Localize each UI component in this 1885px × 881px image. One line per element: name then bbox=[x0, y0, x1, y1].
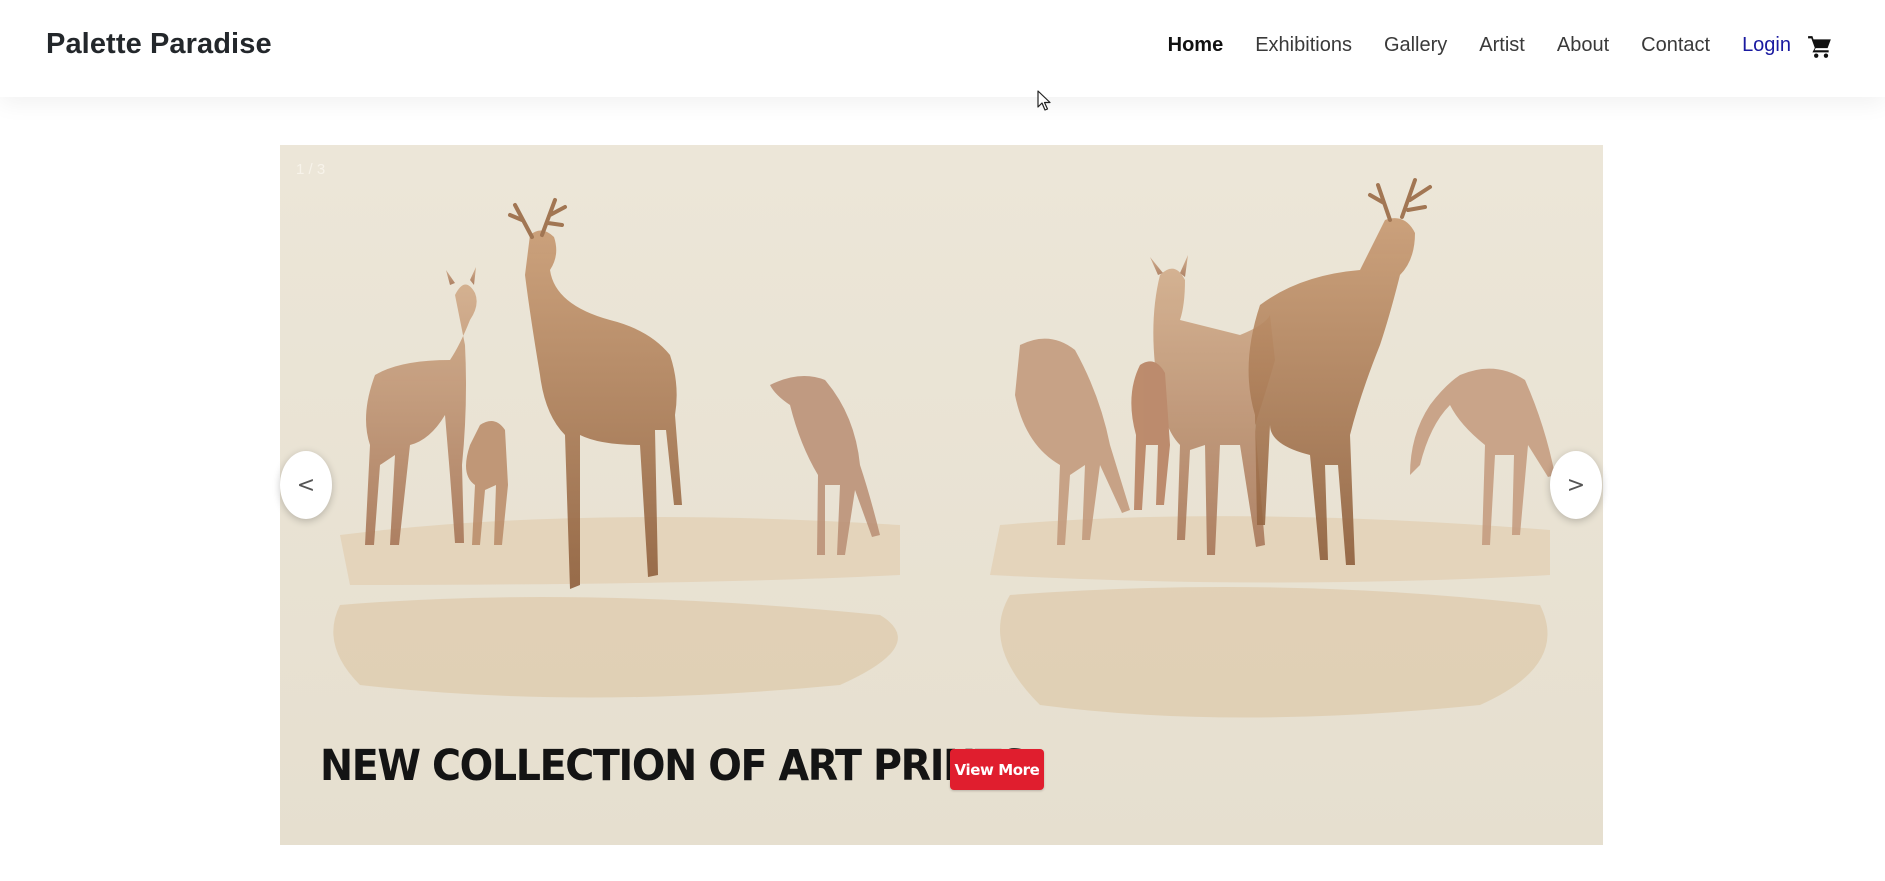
mouse-cursor-icon bbox=[1037, 90, 1051, 111]
slide-headline: NEW COLLECTION OF ART PRINTS bbox=[320, 741, 1029, 791]
nav-login[interactable]: Login bbox=[1742, 34, 1791, 57]
chevron-left-icon: < bbox=[296, 472, 316, 498]
carousel-prev-button[interactable]: < bbox=[280, 451, 332, 519]
top-navbar: Palette Paradise Home Exhibitions Galler… bbox=[0, 0, 1885, 97]
nav-artist[interactable]: Artist bbox=[1479, 34, 1525, 57]
chevron-right-icon: > bbox=[1566, 472, 1586, 498]
slide-image bbox=[280, 145, 1603, 845]
site-brand[interactable]: Palette Paradise bbox=[46, 28, 272, 61]
nav-about[interactable]: About bbox=[1557, 34, 1609, 57]
nav-contact[interactable]: Contact bbox=[1641, 34, 1710, 57]
hero-carousel: 1 / 3 NEW COLLECTION OF ART PRINTS View … bbox=[280, 145, 1603, 845]
main-nav: Home Exhibitions Gallery Artist About Co… bbox=[1168, 34, 1791, 57]
shopping-cart-icon[interactable] bbox=[1807, 34, 1833, 60]
nav-gallery[interactable]: Gallery bbox=[1384, 34, 1447, 57]
nav-exhibitions[interactable]: Exhibitions bbox=[1255, 34, 1352, 57]
slide-counter: 1 / 3 bbox=[296, 161, 326, 178]
carousel-next-button[interactable]: > bbox=[1550, 451, 1602, 519]
nav-home[interactable]: Home bbox=[1168, 34, 1224, 57]
view-more-button[interactable]: View More bbox=[950, 749, 1044, 790]
